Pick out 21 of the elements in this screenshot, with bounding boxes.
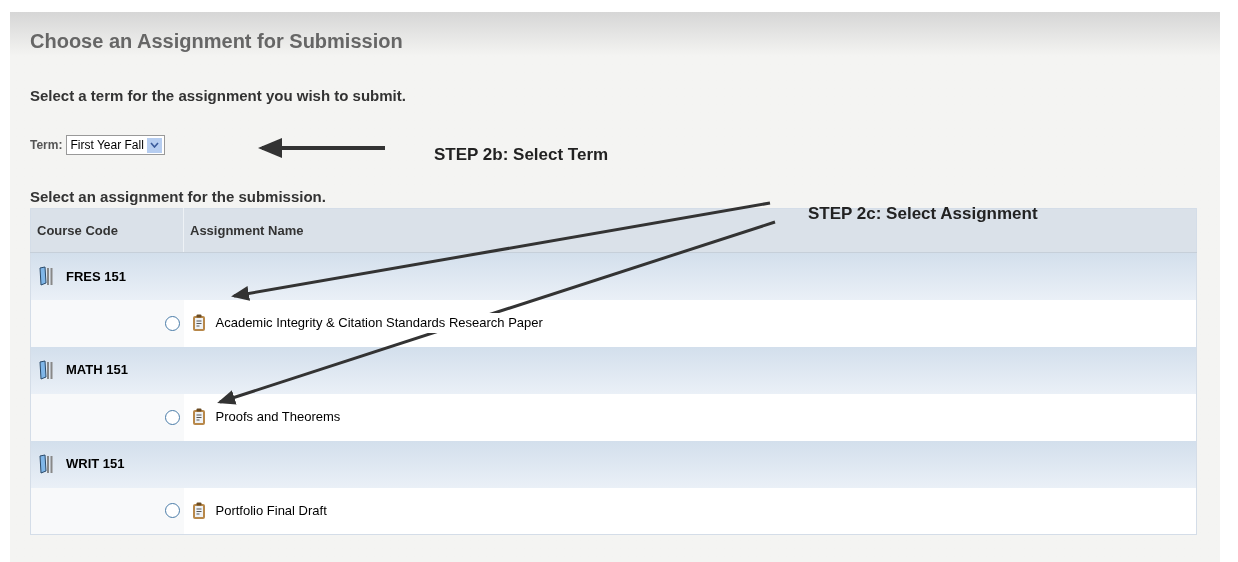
radio-button[interactable] bbox=[164, 409, 180, 425]
term-dropdown[interactable]: First Year Fall bbox=[66, 135, 165, 155]
course-code: MATH 151 bbox=[66, 361, 128, 380]
assignment-name: Academic Integrity & Citation Standards Research Paper bbox=[215, 313, 543, 333]
clipboard-icon bbox=[191, 501, 206, 520]
books-icon bbox=[37, 454, 54, 474]
column-header: Course Code bbox=[30, 208, 184, 253]
clipboard-icon bbox=[191, 408, 206, 426]
term-label: Term: bbox=[30, 137, 63, 154]
assignment-prompt: Select an assignment for the submission. bbox=[30, 188, 327, 206]
step-annotation: STEP 2c: Select Assignment bbox=[808, 203, 1038, 225]
course-code: FRES 151 bbox=[66, 267, 126, 286]
books-icon bbox=[37, 360, 54, 380]
term-prompt: Select a term for the assignment you wish to submit. bbox=[30, 87, 407, 105]
clipboard-icon bbox=[191, 314, 206, 332]
books-icon bbox=[37, 266, 54, 287]
radio-button[interactable] bbox=[164, 315, 180, 331]
step-annotation: STEP 2b: Select Term bbox=[434, 144, 609, 166]
page-title: Choose an Assignment for Submission bbox=[30, 29, 404, 54]
course-code: WRIT 151 bbox=[66, 455, 125, 474]
radio-button[interactable] bbox=[164, 503, 180, 519]
